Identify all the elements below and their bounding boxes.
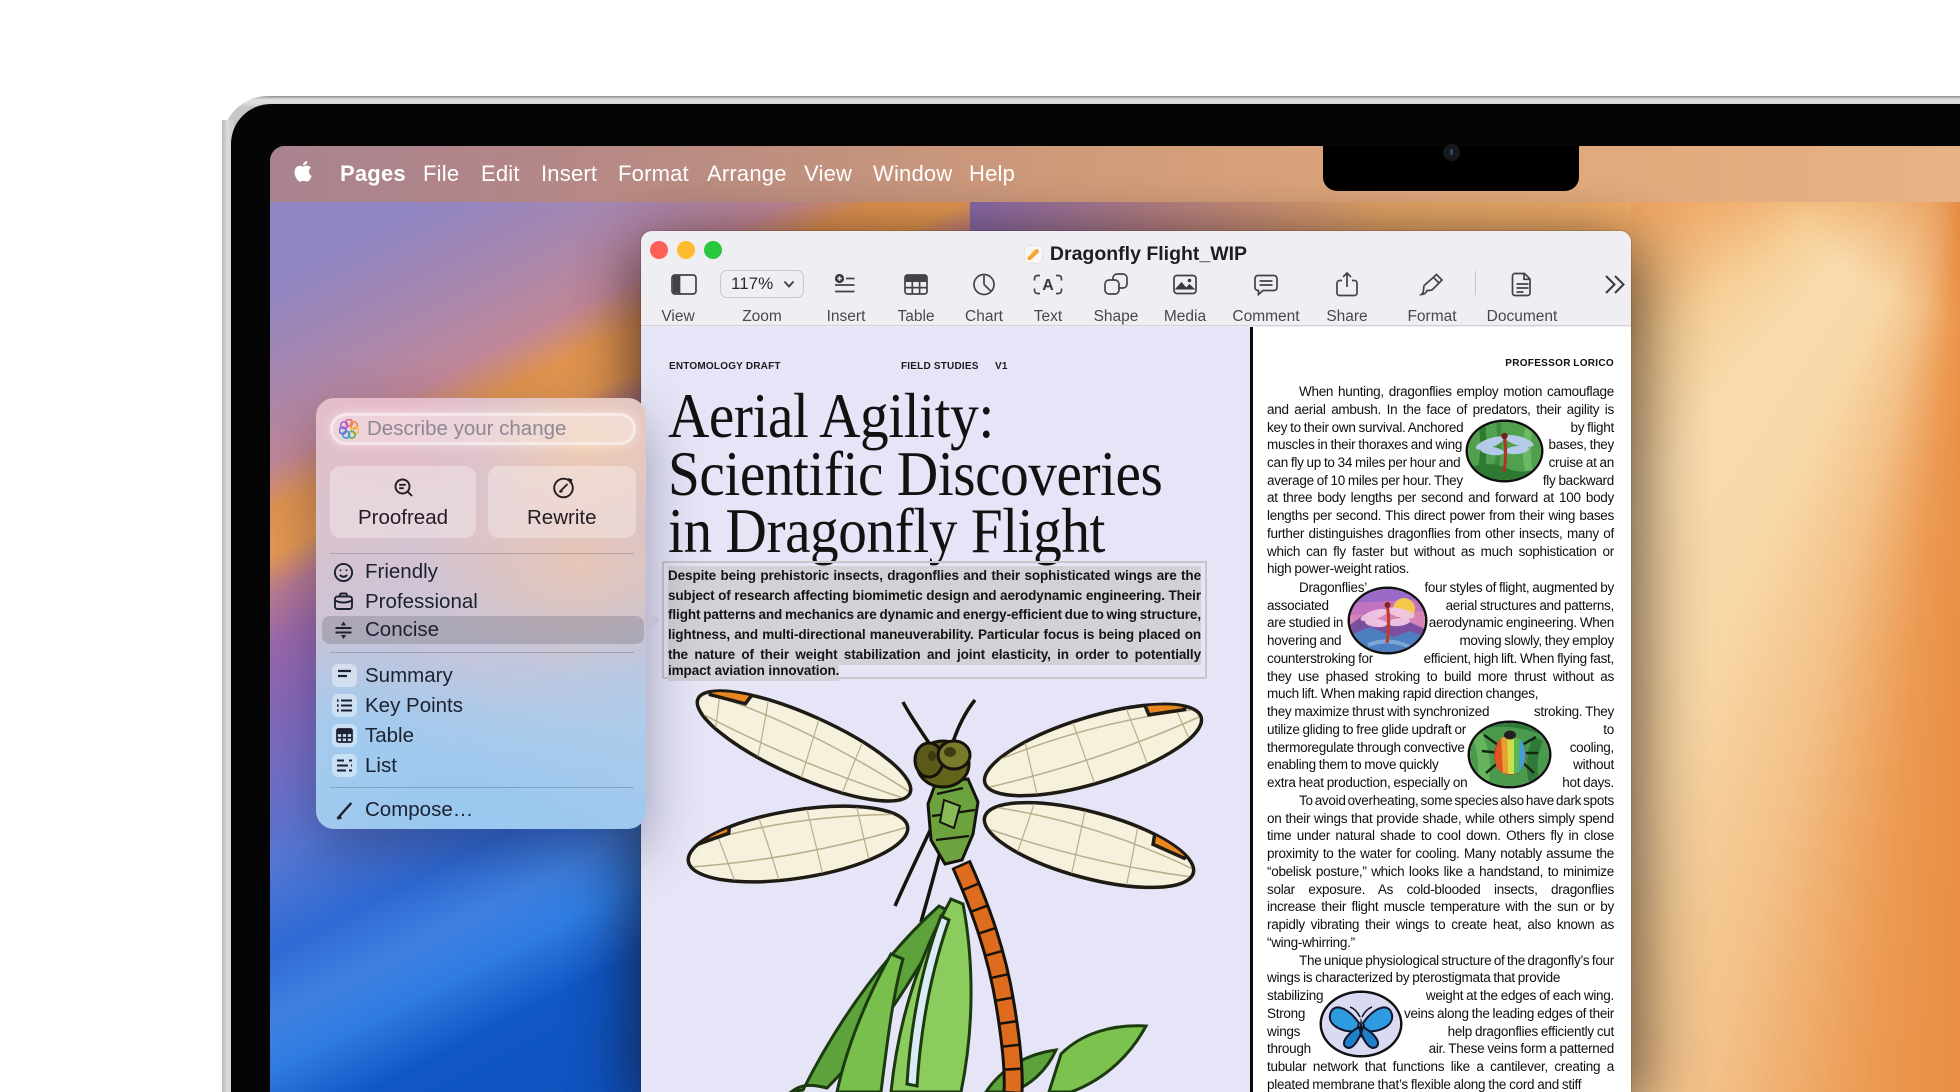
svg-text:A: A (1042, 277, 1054, 294)
